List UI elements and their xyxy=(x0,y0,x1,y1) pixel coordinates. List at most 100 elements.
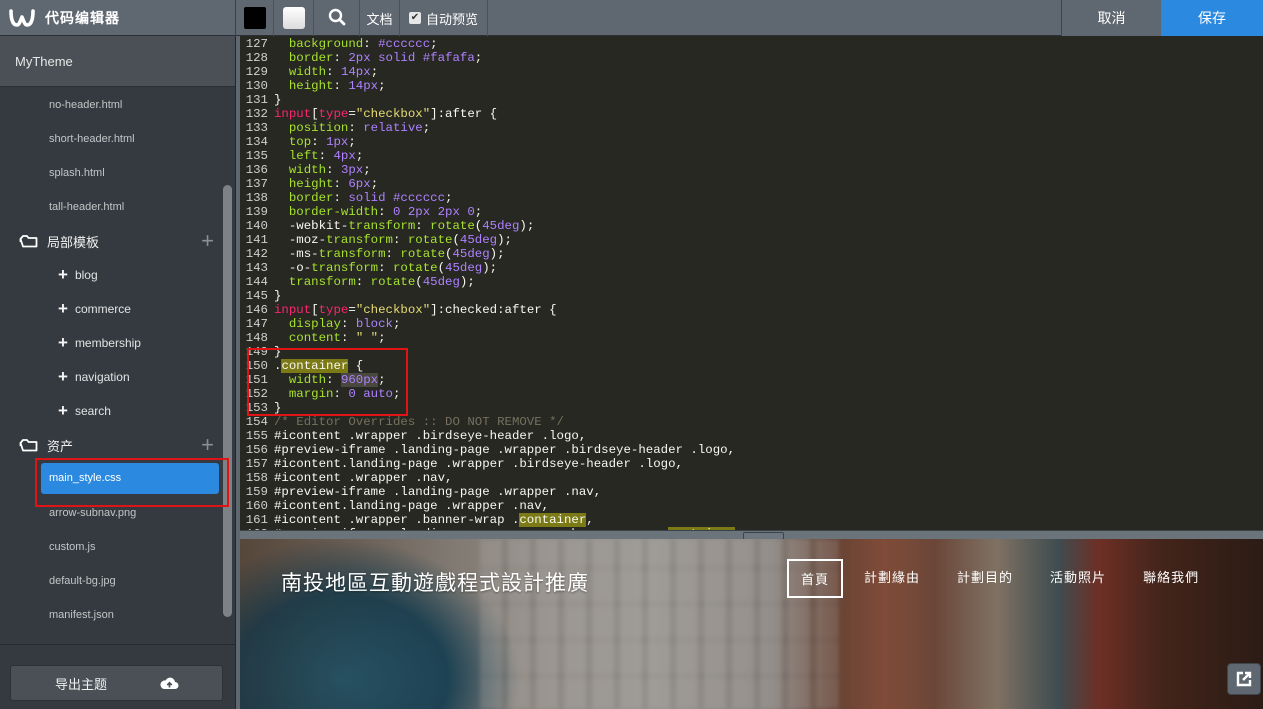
code-line[interactable]: 146 input[type="checkbox"]:checked:after … xyxy=(240,303,1263,317)
auto-preview-checkbox[interactable]: ✔ xyxy=(408,12,421,24)
folder-icon xyxy=(19,235,38,248)
code-line[interactable]: 158 #icontent .wrapper .nav, xyxy=(240,471,1263,485)
nav-item-purpose[interactable]: 計劃目的 xyxy=(957,559,1013,598)
code-line[interactable]: 150 .container { xyxy=(240,359,1263,373)
file-item[interactable]: custom.js xyxy=(0,530,222,564)
code-line[interactable]: 152 margin: 0 auto; xyxy=(240,387,1263,401)
code-token: : xyxy=(326,65,341,79)
nav-item-contact[interactable]: 聯絡我們 xyxy=(1143,559,1199,598)
code-line[interactable]: 145} xyxy=(240,289,1263,303)
code-line[interactable]: 128 border: 2px solid #fafafa; xyxy=(240,51,1263,65)
code-line[interactable]: 134 top: 1px; xyxy=(240,135,1263,149)
code-line[interactable]: 127 background: #cccccc; xyxy=(240,37,1263,51)
folder-label: 资产 xyxy=(47,438,74,454)
partial-folder-item[interactable]: + commerce xyxy=(0,292,222,326)
code-token: ); xyxy=(489,247,505,261)
code-line[interactable]: 139 border-width: 0 2px 2px 0; xyxy=(240,205,1263,219)
code-line[interactable]: 135 left: 4px; xyxy=(240,149,1263,163)
code-line[interactable]: 160 #icontent.landing-page .wrapper .nav, xyxy=(240,499,1263,513)
code-text: width: 960px; xyxy=(274,373,386,387)
auto-preview-toggle[interactable]: ✔ 自动预览 xyxy=(400,0,488,36)
code-token: ); xyxy=(459,275,475,289)
sidebar-scrollbar-thumb[interactable] xyxy=(223,185,232,617)
file-item[interactable]: short-header.html xyxy=(0,122,222,156)
code-line[interactable]: 143 -o-transform: rotate(45deg); xyxy=(240,261,1263,275)
code-line[interactable]: 154 /* Editor Overrides :: DO NOT REMOVE … xyxy=(240,415,1263,429)
open-preview-button[interactable] xyxy=(1227,663,1261,695)
code-line[interactable]: 153} xyxy=(240,401,1263,415)
file-item[interactable]: tall-header.html xyxy=(0,190,222,224)
file-item[interactable]: no-header.html xyxy=(0,88,222,122)
export-theme-button[interactable]: 导出主题 xyxy=(10,665,223,701)
file-item[interactable]: arrow-subnav.png xyxy=(0,496,222,530)
horizontal-splitter[interactable] xyxy=(240,530,1263,540)
code-text: } xyxy=(274,93,281,107)
code-text: position: relative; xyxy=(274,121,430,135)
code-token: #icontent.landing-page .wrapper .birdsey… xyxy=(274,457,683,471)
code-line[interactable]: 156 #preview-iframe .landing-page .wrappe… xyxy=(240,443,1263,457)
folder-partials[interactable]: 局部模板 + xyxy=(0,224,222,258)
code-line[interactable]: 132 input[type="checkbox"]:after { xyxy=(240,107,1263,121)
active-file-main-style[interactable]: main_style.css xyxy=(41,463,219,494)
code-line[interactable]: 148 content: " "; xyxy=(240,331,1263,345)
add-asset-icon[interactable]: + xyxy=(201,434,214,456)
code-line[interactable]: 161 #icontent .wrapper .banner-wrap .cont… xyxy=(240,513,1263,527)
code-token: height xyxy=(288,177,334,191)
partial-folder-item[interactable]: + blog xyxy=(0,258,222,292)
dark-theme-swatch[interactable] xyxy=(236,0,274,36)
code-line[interactable]: 140 -webkit-transform: rotate(45deg); xyxy=(240,219,1263,233)
nav-item-origin[interactable]: 計劃緣由 xyxy=(864,559,920,598)
code-line[interactable]: 142 -ms-transform: rotate(45deg); xyxy=(240,247,1263,261)
code-text: -webkit-transform: rotate(45deg); xyxy=(274,219,534,233)
file-item-active[interactable]: main_style.css xyxy=(0,462,222,496)
code-text: #icontent .wrapper .birdseye-header .log… xyxy=(274,429,586,443)
code-editor[interactable]: 127 background: #cccccc; 128 border: 2px … xyxy=(240,36,1263,530)
code-line[interactable]: 144 transform: rotate(45deg); xyxy=(240,275,1263,289)
file-item[interactable]: default-bg.jpg xyxy=(0,564,222,598)
code-line[interactable]: 136 width: 3px; xyxy=(240,163,1263,177)
partial-label: blog xyxy=(74,268,98,282)
expand-icon: + xyxy=(58,265,68,284)
partial-folder-item[interactable]: + navigation xyxy=(0,360,222,394)
line-number: 148 xyxy=(245,331,268,345)
file-item[interactable]: splash.html xyxy=(0,156,222,190)
code-text: width: 14px; xyxy=(274,65,378,79)
code-line[interactable]: 147 display: block; xyxy=(240,317,1263,331)
code-text: #preview-iframe .landing-page .wrapper .… xyxy=(274,485,601,499)
add-partial-icon[interactable]: + xyxy=(201,230,214,252)
nav-item-home[interactable]: 首頁 xyxy=(787,559,844,598)
code-line[interactable]: 133 position: relative; xyxy=(240,121,1263,135)
partial-folder-item[interactable]: + membership xyxy=(0,326,222,360)
code-line[interactable]: 131} xyxy=(240,93,1263,107)
folder-assets[interactable]: 资产 + xyxy=(0,428,222,462)
code-token: ; xyxy=(422,121,431,135)
code-line[interactable]: 159 #preview-iframe .landing-page .wrappe… xyxy=(240,485,1263,499)
code-token: #icontent .wrapper .nav, xyxy=(274,471,453,485)
code-line[interactable]: 141 -moz-transform: rotate(45deg); xyxy=(240,233,1263,247)
code-token: : xyxy=(340,317,356,331)
cancel-button[interactable]: 取消 xyxy=(1061,0,1161,36)
code-line[interactable]: 157 #icontent.landing-page .wrapper .bird… xyxy=(240,457,1263,471)
line-number: 153 xyxy=(245,401,268,415)
code-line[interactable]: 151 width: 960px; xyxy=(240,373,1263,387)
app-title: 代码编辑器 xyxy=(45,10,120,26)
line-number: 150 xyxy=(245,359,268,373)
code-line[interactable]: 149} xyxy=(240,345,1263,359)
nav-item-photos[interactable]: 活動照片 xyxy=(1050,559,1106,598)
code-text: border: solid #cccccc; xyxy=(274,191,453,205)
code-line[interactable]: 129 width: 14px; xyxy=(240,65,1263,79)
code-token: rotate xyxy=(400,247,446,261)
partial-folder-item[interactable]: + search xyxy=(0,394,222,428)
code-line[interactable]: 137 height: 6px; xyxy=(240,177,1263,191)
file-item[interactable]: manifest.json xyxy=(0,598,222,632)
save-button[interactable]: 保存 xyxy=(1161,0,1263,36)
search-button[interactable] xyxy=(314,0,360,36)
code-token: -moz- xyxy=(274,233,327,247)
code-line[interactable]: 155 #icontent .wrapper .birdseye-header .… xyxy=(240,429,1263,443)
code-line[interactable]: 138 border: solid #cccccc; xyxy=(240,191,1263,205)
light-theme-swatch[interactable] xyxy=(274,0,314,36)
code-line[interactable]: 130 height: 14px; xyxy=(240,79,1263,93)
docs-button[interactable]: 文档 xyxy=(360,0,400,36)
line-number: 136 xyxy=(245,163,268,177)
